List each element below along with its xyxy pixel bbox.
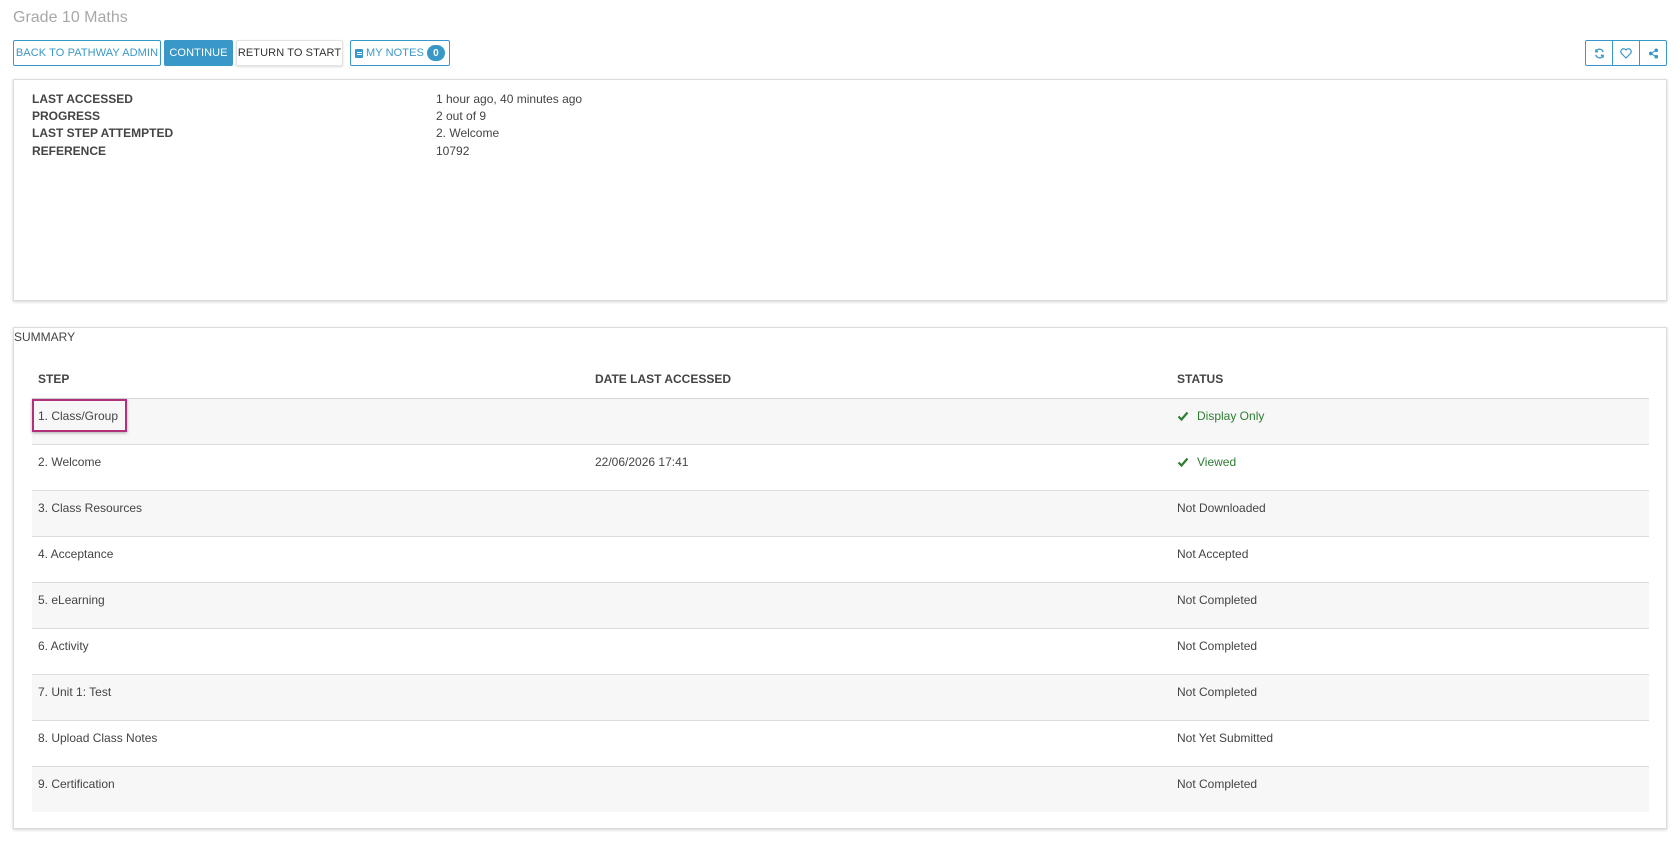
step-cell[interactable]: 2. Welcome xyxy=(38,445,101,479)
my-notes-label: MY NOTES xyxy=(365,47,424,59)
step-cell[interactable]: 1. Class/Group xyxy=(38,399,118,433)
notes-count-badge: 0 xyxy=(427,45,445,61)
table-row[interactable]: 8. Upload Class Notes Not Yet Submitted xyxy=(32,721,1649,767)
status-cell: Not Completed xyxy=(1177,639,1258,653)
action-icon-group xyxy=(1585,40,1667,66)
favorite-button[interactable] xyxy=(1612,40,1640,66)
column-header-status: STATUS xyxy=(1177,372,1224,386)
page-title: Grade 10 Maths xyxy=(13,9,128,26)
my-notes-button[interactable]: MY NOTES 0 xyxy=(350,40,450,66)
table-row[interactable]: 4. Acceptance Not Accepted xyxy=(32,537,1649,583)
date-cell: 22/06/2026 17:41 xyxy=(595,455,689,469)
status-text: Display Only xyxy=(1197,409,1265,423)
table-row[interactable]: 1. Class/Group Display Only xyxy=(32,399,1649,445)
step-cell[interactable]: 9. Certification xyxy=(38,767,115,801)
status-cell: Not Downloaded xyxy=(1177,501,1266,515)
table-row[interactable]: 7. Unit 1: Test Not Completed xyxy=(32,675,1649,721)
pathway-info-panel: LAST ACCESSED 1 hour ago, 40 minutes ago… xyxy=(13,79,1667,301)
info-value: 10792 xyxy=(436,144,470,158)
back-to-pathway-admin-button[interactable]: BACK TO PATHWAY ADMIN xyxy=(13,40,161,66)
table-row[interactable]: 3. Class Resources Not Downloaded xyxy=(32,491,1649,537)
status-cell: Not Completed xyxy=(1177,777,1258,791)
heart-icon xyxy=(1620,47,1632,59)
info-value: 2. Welcome xyxy=(436,126,500,140)
continue-button[interactable]: CONTINUE xyxy=(164,40,233,66)
status-cell: Not Yet Submitted xyxy=(1177,731,1274,745)
check-icon xyxy=(1177,457,1189,468)
status-cell: Not Accepted xyxy=(1177,547,1249,561)
table-row[interactable]: 6. Activity Not Completed xyxy=(32,629,1649,675)
summary-panel: SUMMARY STEP DATE LAST ACCESSED STATUS 1… xyxy=(13,327,1667,829)
return-to-start-button[interactable]: RETURN TO START xyxy=(236,40,343,66)
notes-icon xyxy=(355,48,363,58)
table-row[interactable]: 9. Certification Not Completed xyxy=(32,767,1649,812)
step-cell[interactable]: 4. Acceptance xyxy=(38,537,113,571)
step-cell[interactable]: 8. Upload Class Notes xyxy=(38,721,157,755)
check-icon xyxy=(1177,411,1189,422)
status-cell: Not Completed xyxy=(1177,685,1258,699)
info-label: PROGRESS xyxy=(32,109,101,123)
summary-title: SUMMARY xyxy=(14,330,76,344)
info-value: 1 hour ago, 40 minutes ago xyxy=(436,92,583,106)
table-row[interactable]: 2. Welcome 22/06/2026 17:41 Viewed xyxy=(32,445,1649,491)
column-header-step: STEP xyxy=(38,372,70,386)
refresh-button[interactable] xyxy=(1585,40,1613,66)
status-cell: Viewed xyxy=(1177,445,1236,479)
step-cell[interactable]: 7. Unit 1: Test xyxy=(38,675,111,709)
step-cell[interactable]: 5. eLearning xyxy=(38,583,105,617)
status-text: Viewed xyxy=(1197,455,1237,469)
step-cell[interactable]: 6. Activity xyxy=(38,629,89,663)
summary-table: STEP DATE LAST ACCESSED STATUS 1. Class/… xyxy=(32,361,1649,812)
status-cell: Display Only xyxy=(1177,399,1264,433)
column-header-date: DATE LAST ACCESSED xyxy=(595,372,732,386)
refresh-icon xyxy=(1594,48,1604,58)
info-label: LAST ACCESSED xyxy=(32,92,133,106)
share-button[interactable] xyxy=(1639,40,1667,66)
status-cell: Not Completed xyxy=(1177,593,1258,607)
info-value: 2 out of 9 xyxy=(436,109,487,123)
table-header: STEP DATE LAST ACCESSED STATUS xyxy=(32,361,1649,399)
table-row[interactable]: 5. eLearning Not Completed xyxy=(32,583,1649,629)
step-cell[interactable]: 3. Class Resources xyxy=(38,491,142,525)
info-label: REFERENCE xyxy=(32,144,107,158)
share-icon xyxy=(1648,47,1658,59)
info-label: LAST STEP ATTEMPTED xyxy=(32,126,174,140)
